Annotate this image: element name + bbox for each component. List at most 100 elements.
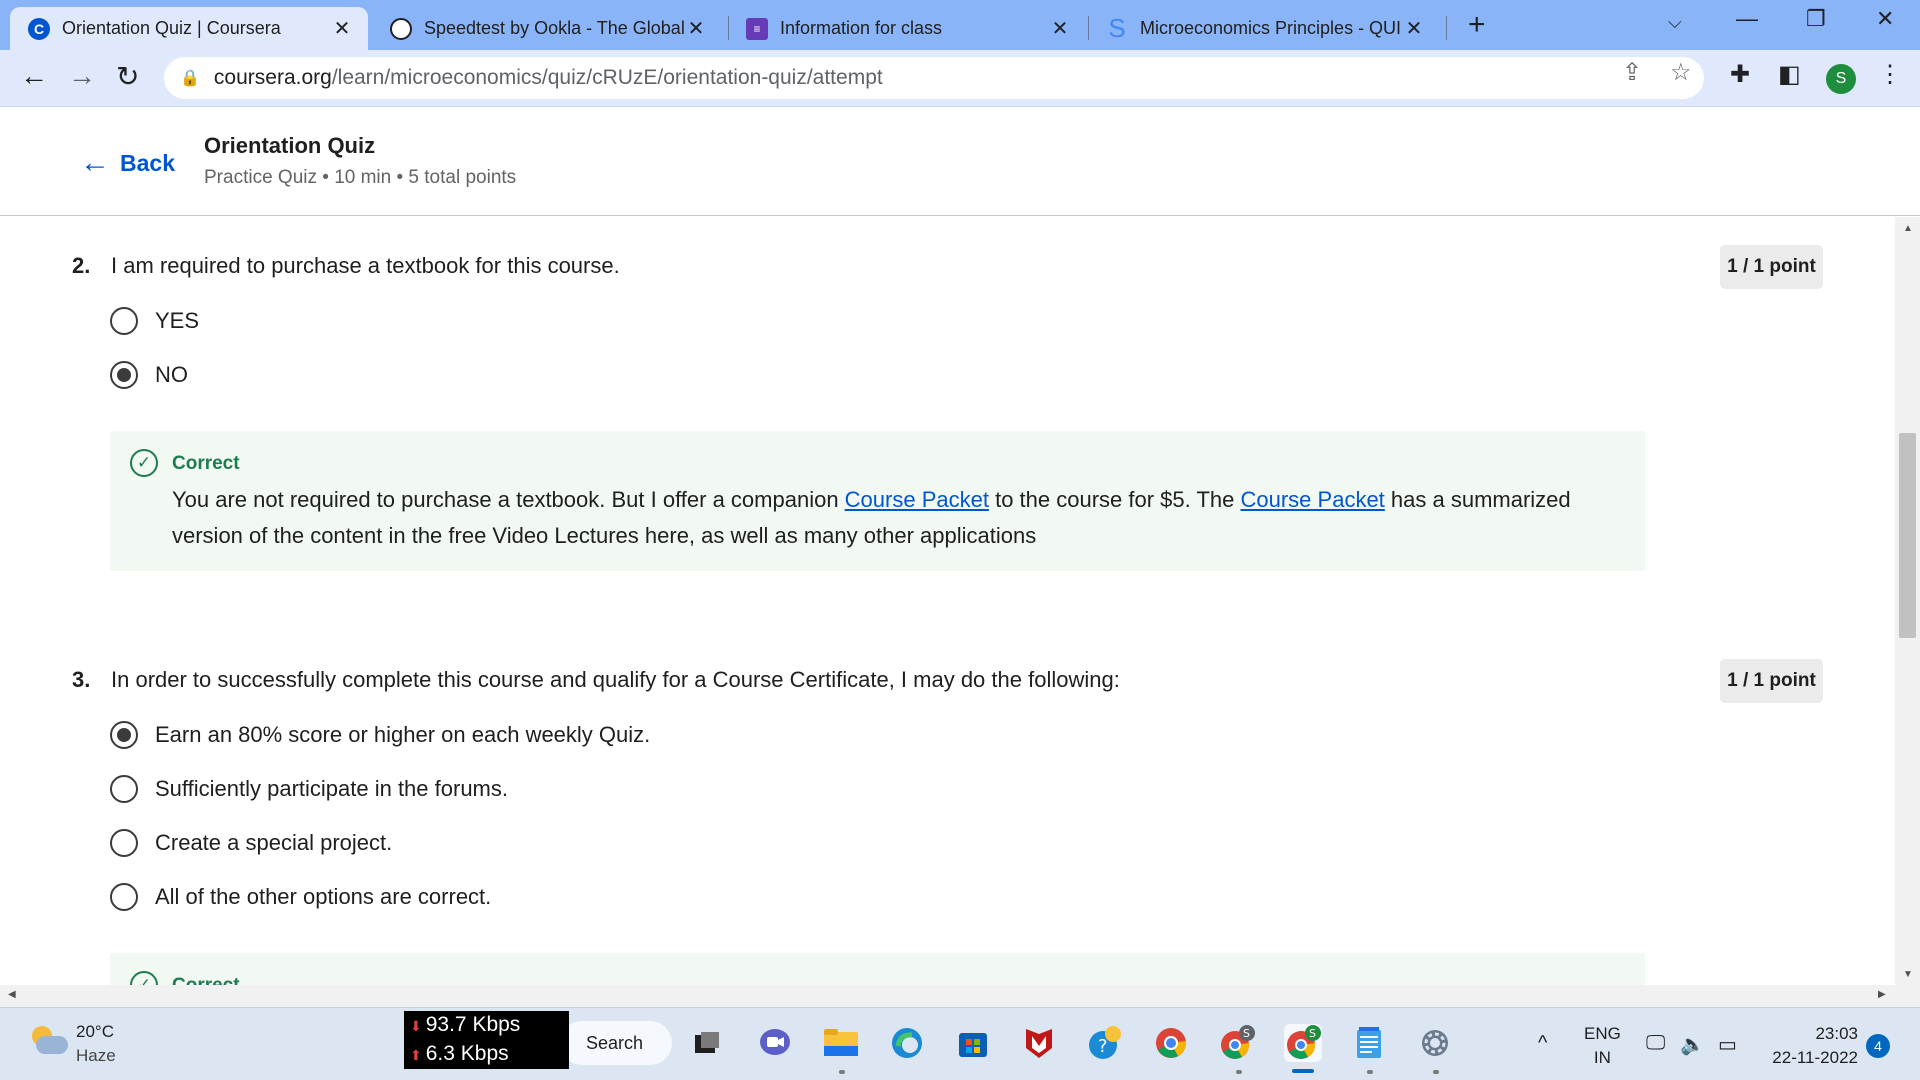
close-tab-icon[interactable]: ✕ — [1402, 16, 1426, 41]
network-icon[interactable]: 🖵 — [1646, 1032, 1665, 1055]
weather-haze-icon[interactable] — [28, 1026, 68, 1056]
url-path: /learn/microeconomics/quiz/cRUzE/orienta… — [331, 66, 883, 89]
option-no[interactable]: NO — [110, 361, 188, 389]
question-number: 2. — [72, 253, 91, 278]
feedback-label: Correct — [172, 975, 240, 985]
back-button[interactable]: ← Back — [80, 146, 175, 180]
question-heading: 2. I am required to purchase a textbook … — [72, 253, 620, 279]
option-all-correct[interactable]: All of the other options are correct. — [110, 883, 491, 911]
bookmark-star-icon[interactable]: ☆ — [1670, 58, 1692, 87]
feedback-text-part: to the course for $5. The — [988, 487, 1241, 512]
new-tab-icon[interactable]: + — [1468, 8, 1486, 42]
scroll-up-icon[interactable]: ▲ — [1903, 223, 1913, 234]
feedback-box: ✓ Correct — [110, 953, 1645, 985]
scroll-left-icon[interactable]: ◀ — [8, 989, 16, 1000]
notification-count-badge[interactable]: 4 — [1866, 1034, 1890, 1058]
running-indicator — [1433, 1070, 1439, 1074]
net-down-value: 93.7 Kbps — [425, 1013, 521, 1036]
network-speed-meter: ⬇ 93.7 Kbps ⬆ 6.3 Kbps — [404, 1011, 569, 1069]
close-window-icon[interactable]: ✕ — [1876, 6, 1894, 32]
menu-kebab-icon[interactable]: ⋮ — [1878, 60, 1902, 89]
input-language[interactable]: ENG IN — [1584, 1022, 1621, 1070]
radio-button[interactable] — [110, 829, 138, 857]
scroll-right-icon[interactable]: ▶ — [1878, 989, 1886, 1000]
mcafee-icon[interactable] — [1020, 1024, 1058, 1062]
task-view-icon[interactable] — [688, 1024, 726, 1062]
vertical-scrollbar[interactable]: ▲ ▼ — [1895, 217, 1920, 985]
back-arrow-icon[interactable]: ← — [20, 60, 48, 92]
system-clock[interactable]: 23:03 22-11-2022 — [1766, 1022, 1858, 1070]
quiz-meta: Practice Quiz • 10 min • 5 total points — [204, 167, 517, 188]
microsoft-store-icon[interactable] — [954, 1024, 992, 1062]
upload-arrow-icon: ⬆ — [410, 1047, 422, 1063]
weather-description[interactable]: Haze — [76, 1046, 116, 1066]
radio-button[interactable] — [110, 775, 138, 803]
scrollbar-thumb[interactable] — [1899, 433, 1916, 638]
share-icon[interactable]: ⇪ — [1622, 58, 1642, 87]
chrome-profile-s-icon[interactable]: S — [1218, 1024, 1256, 1062]
option-label: All of the other options are correct. — [155, 884, 492, 909]
get-help-icon[interactable]: ? — [1086, 1024, 1124, 1062]
scroll-down-icon[interactable]: ▼ — [1903, 969, 1913, 980]
reload-icon[interactable]: ↻ — [116, 60, 139, 93]
clock-date: 22-11-2022 — [1772, 1048, 1858, 1067]
option-label: Earn an 80% score or higher on each week… — [155, 722, 651, 747]
tab-title: Speedtest by Ookla - The Global — [424, 18, 684, 38]
download-arrow-icon: ⬇ — [410, 1018, 422, 1034]
weather-temperature[interactable]: 20°C — [76, 1022, 114, 1042]
running-indicator — [839, 1070, 845, 1074]
feedback-text-part: You are not required to purchase a textb… — [172, 487, 845, 512]
show-hidden-icons-chevron-up-icon[interactable]: ^ — [1538, 1032, 1547, 1055]
question-heading: 3. In order to successfully complete thi… — [72, 667, 1120, 693]
restore-icon[interactable]: ❐ — [1806, 6, 1826, 32]
svg-text:S: S — [1243, 1027, 1250, 1040]
option-yes[interactable]: YES — [110, 307, 199, 335]
radio-button-selected[interactable] — [110, 361, 138, 389]
tab-speedtest[interactable]: Speedtest by Ookla - The Global ✕ — [372, 7, 722, 50]
browser-toolbar: ← → ↻ 🔒 coursera.org/learn/microeconomic… — [0, 50, 1920, 106]
file-explorer-icon[interactable] — [822, 1024, 860, 1062]
radio-button[interactable] — [110, 307, 138, 335]
extensions-puzzle-icon[interactable]: ✚ — [1730, 60, 1750, 89]
option-label: Create a special project. — [155, 830, 393, 855]
settings-gear-icon[interactable] — [1416, 1024, 1454, 1062]
net-down-row: ⬇ 93.7 Kbps — [410, 1011, 569, 1040]
option-earn-80-percent[interactable]: Earn an 80% score or higher on each week… — [110, 721, 650, 749]
forward-arrow-icon[interactable]: → — [68, 60, 96, 92]
side-panel-icon[interactable]: ◧ — [1778, 60, 1801, 89]
tab-title: Microeconomics Principles - QUI — [1140, 18, 1402, 38]
s-favicon-icon: S — [1108, 13, 1126, 43]
option-special-project[interactable]: Create a special project. — [110, 829, 392, 857]
points-badge: 1 / 1 point — [1720, 245, 1823, 289]
chrome-icon[interactable] — [1152, 1024, 1190, 1062]
close-tab-icon[interactable]: ✕ — [684, 16, 708, 41]
tab-coursera[interactable]: C Orientation Quiz | Coursera ✕ — [10, 7, 368, 50]
radio-button[interactable] — [110, 883, 138, 911]
address-bar[interactable]: 🔒 coursera.org/learn/microeconomics/quiz… — [164, 57, 1704, 99]
horizontal-scrollbar[interactable]: ◀ ▶ — [0, 985, 1920, 1007]
close-tab-icon[interactable]: ✕ — [330, 16, 354, 41]
radio-button-selected[interactable] — [110, 721, 138, 749]
lock-icon[interactable]: 🔒 — [180, 68, 200, 88]
course-packet-link[interactable]: Course Packet — [1241, 487, 1385, 512]
notepad-icon[interactable] — [1350, 1024, 1388, 1062]
chrome-profile-s-green-icon[interactable]: S — [1284, 1024, 1322, 1062]
close-tab-icon[interactable]: ✕ — [1048, 16, 1072, 41]
tab-microeconomics[interactable]: S Microeconomics Principles - QUI ✕ — [1088, 7, 1440, 50]
net-up-row: ⬆ 6.3 Kbps — [410, 1040, 569, 1069]
option-label: Sufficiently participate in the forums. — [155, 776, 508, 801]
course-packet-link[interactable]: Course Packet — [845, 487, 989, 512]
minimize-icon[interactable]: — — [1736, 6, 1758, 32]
option-participate-forums[interactable]: Sufficiently participate in the forums. — [110, 775, 508, 803]
feedback-text: You are not required to purchase a textb… — [172, 482, 1612, 554]
taskbar-search[interactable]: Search — [560, 1021, 672, 1065]
edge-browser-icon[interactable] — [888, 1024, 926, 1062]
tab-information-for-class[interactable]: ≡ Information for class ✕ — [728, 7, 1086, 50]
battery-icon[interactable]: ▭ — [1718, 1032, 1737, 1057]
search-label: Search — [586, 1032, 644, 1053]
points-badge: 1 / 1 point — [1720, 659, 1823, 703]
volume-icon[interactable]: 🔈 — [1680, 1032, 1705, 1057]
profile-avatar[interactable]: S — [1826, 64, 1856, 94]
tab-search-chevron-down-icon[interactable]: ⌵ — [1668, 12, 1682, 33]
teams-chat-icon[interactable] — [756, 1024, 794, 1062]
